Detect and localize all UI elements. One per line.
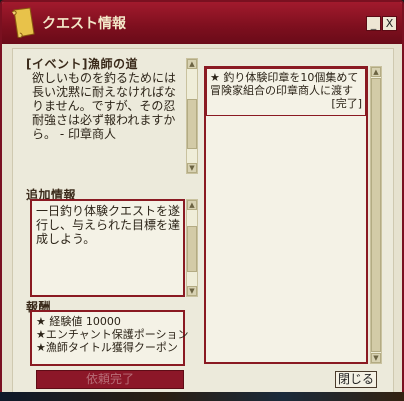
minimize-button[interactable]: _ bbox=[366, 16, 381, 31]
quest-info-window: クエスト情報 _ X [イベント]漁師の道 欲しいものを釣るためには長い沈黙に耐… bbox=[0, 0, 404, 401]
objective-item[interactable]: ★ 釣り体験印章を10個集めて 冒険家組合の印章商人に渡す [完了] bbox=[206, 68, 366, 116]
scroll-thumb[interactable] bbox=[187, 226, 197, 272]
objective-status: [完了] bbox=[331, 97, 362, 110]
objectives-panel: ★ 釣り体験印章を10個集めて 冒険家組合の印章商人に渡す [完了] bbox=[204, 66, 368, 364]
reward-item: ★ 経験値 10000 bbox=[36, 315, 121, 328]
background-strip bbox=[0, 392, 404, 401]
quest-title: [イベント]漁師の道 bbox=[26, 57, 138, 71]
objective-line: ★ 釣り体験印章を10個集めて bbox=[210, 71, 359, 84]
extra-info-box: 一日釣り体験クエストを遂行し、与えられた目標を達成しよう。 bbox=[30, 199, 185, 297]
extra-info-text: 一日釣り体験クエストを遂行し、与えられた目標を達成しよう。 bbox=[36, 204, 181, 246]
scroll-down-arrow[interactable]: ▼ bbox=[371, 353, 381, 363]
window-title: クエスト情報 bbox=[42, 16, 126, 32]
objectives-scrollbar[interactable]: ▲ ▼ bbox=[370, 66, 382, 364]
scroll-up-arrow[interactable]: ▲ bbox=[371, 67, 381, 77]
title-bar[interactable]: クエスト情報 _ X bbox=[2, 2, 402, 44]
close-button[interactable]: 閉じる bbox=[335, 371, 377, 388]
quest-description: 欲しいものを釣るためには長い沈黙に耐えなければなりません。ですが、その忍耐強さは… bbox=[32, 71, 177, 141]
complete-quest-button[interactable]: 依頼完了 bbox=[36, 370, 184, 389]
scroll-up-arrow[interactable]: ▲ bbox=[187, 200, 197, 210]
scroll-down-arrow[interactable]: ▼ bbox=[187, 286, 197, 296]
reward-item: ★エンチャント保護ポーション bbox=[36, 328, 189, 341]
scroll-down-arrow[interactable]: ▼ bbox=[187, 163, 197, 173]
reward-item: ★漁師タイトル獲得クーポン bbox=[36, 341, 178, 354]
objective-line: 冒険家組合の印章商人に渡す bbox=[210, 84, 353, 97]
description-scrollbar[interactable]: ▲ ▼ bbox=[186, 58, 198, 174]
scroll-thumb[interactable] bbox=[187, 99, 197, 149]
rewards-box: ★ 経験値 10000 ★エンチャント保護ポーション ★漁師タイトル獲得クーポン bbox=[30, 310, 189, 366]
scroll-up-arrow[interactable]: ▲ bbox=[187, 59, 197, 69]
scroll-thumb[interactable] bbox=[371, 78, 381, 352]
extra-info-scrollbar[interactable]: ▲ ▼ bbox=[186, 199, 198, 297]
window-close-button[interactable]: X bbox=[382, 16, 397, 31]
scroll-icon bbox=[11, 7, 35, 38]
